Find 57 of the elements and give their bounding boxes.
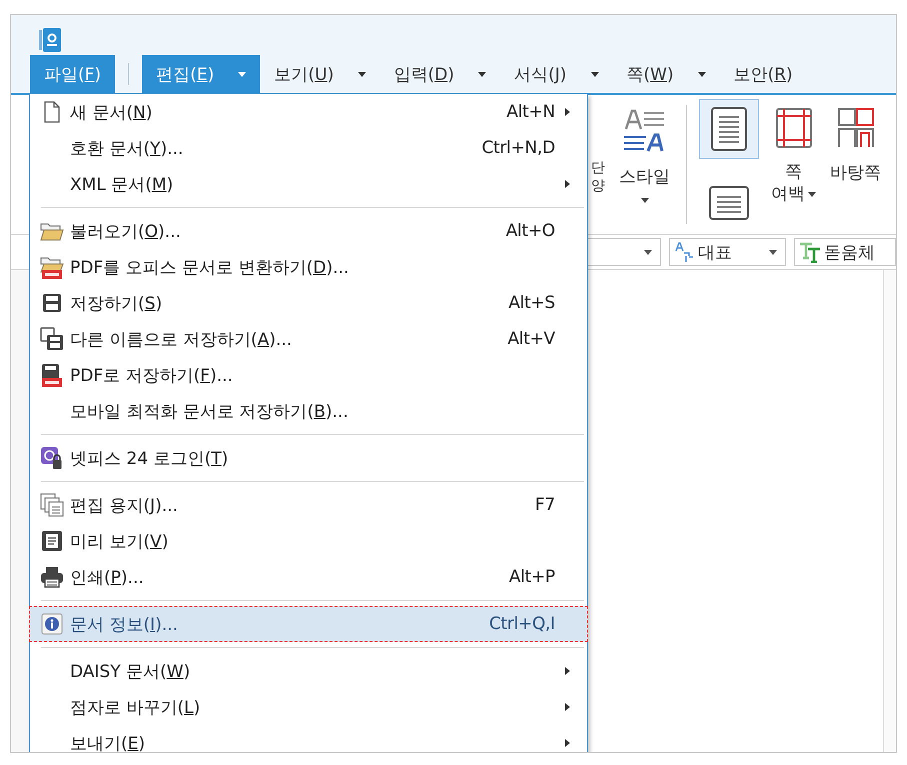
font-icon [798, 241, 821, 263]
shortcut-text: Alt+S [508, 293, 555, 313]
menu-item[interactable]: 불러오기(O)... Alt+O [33, 213, 584, 249]
menu-item[interactable]: 미리 보기(V) [33, 523, 584, 559]
menu-item[interactable]: 점자로 바꾸기(L) [33, 689, 584, 725]
printer-icon [40, 566, 64, 588]
menu-tab[interactable]: 서식(J) [500, 55, 612, 93]
shortcut-text: Alt+O [506, 221, 555, 241]
menu-item[interactable]: 인쇄(P)... Alt+P [33, 559, 584, 595]
pdf-folder-icon [40, 255, 64, 279]
info-icon [41, 613, 63, 635]
shortcut-text: F7 [535, 495, 555, 515]
pdf-save-icon [40, 363, 64, 387]
menu-item[interactable]: PDF로 저장하기(F)... [33, 357, 584, 393]
shortcut-text: Alt+V [508, 329, 555, 349]
menu-item[interactable]: 모바일 최적화 문서로 저장하기(B)... [33, 393, 584, 429]
menu-item[interactable]: 다른 이름으로 저장하기(A)... Alt+V [33, 321, 584, 357]
stacked-pages-icon [40, 493, 64, 517]
menu-item[interactable]: 호환 문서(Y)... Ctrl+N,D [33, 130, 584, 166]
menu-tab[interactable]: 보안(R) [720, 55, 807, 93]
menu-item[interactable]: XML 문서(M) [33, 166, 584, 202]
paragraph-style-dropdown[interactable]: 대표 [668, 238, 786, 266]
master-page-icon [836, 107, 874, 149]
menu-item[interactable]: DAISY 문서(W) [33, 653, 584, 689]
preview-icon [41, 530, 63, 552]
style-button[interactable]: 스타일 [619, 95, 670, 234]
menu-item[interactable]: 보내기(E) [33, 725, 584, 752]
menu-item[interactable]: 문서 정보(I)... Ctrl+Q,I [29, 606, 588, 642]
page-view-button[interactable] [699, 99, 759, 159]
menu-tab[interactable]: 보기(U) [260, 55, 380, 93]
menu-tab[interactable]: 편집(E) [142, 55, 260, 93]
menu-tab[interactable]: 입력(D) [380, 55, 500, 93]
shortcut-text: Alt+N [506, 102, 555, 122]
menu-item[interactable]: PDF를 오피스 문서로 변환하기(D)... [33, 249, 584, 285]
shortcut-text: Ctrl+Q,I [489, 614, 555, 634]
menu-item[interactable]: 편집 용지(J)... F7 [33, 487, 584, 523]
shortcut-text: Alt+P [508, 567, 555, 587]
menu-tab[interactable]: 쪽(W) [612, 55, 720, 93]
save-icon [41, 292, 63, 314]
font-dropdown[interactable]: 돋움체 [794, 238, 896, 266]
page-margin-button[interactable]: 쪽 여백 [771, 95, 816, 234]
scroll-bar[interactable] [883, 270, 896, 752]
app-logo-icon [39, 28, 61, 52]
menu-item[interactable]: 새 문서(N) Alt+N [33, 94, 584, 130]
menu-item[interactable]: 저장하기(S) Alt+S [33, 285, 584, 321]
blank-page-icon [42, 101, 62, 123]
master-page-button[interactable]: 바탕쪽 [830, 95, 881, 234]
save-as-icon [40, 327, 64, 351]
style-letter-icon [674, 241, 694, 263]
clipped-label: 단 양 [591, 159, 606, 196]
menu-tab[interactable]: 파일(F) [30, 55, 116, 93]
lock-login-icon [40, 446, 64, 470]
menu-item[interactable]: 넷피스 24 로그인(T) [33, 440, 584, 476]
landscape-page-icon [708, 185, 750, 221]
portrait-page-icon [710, 106, 748, 152]
shortcut-text: Ctrl+N,D [482, 138, 555, 158]
margin-grid-icon [774, 107, 812, 149]
